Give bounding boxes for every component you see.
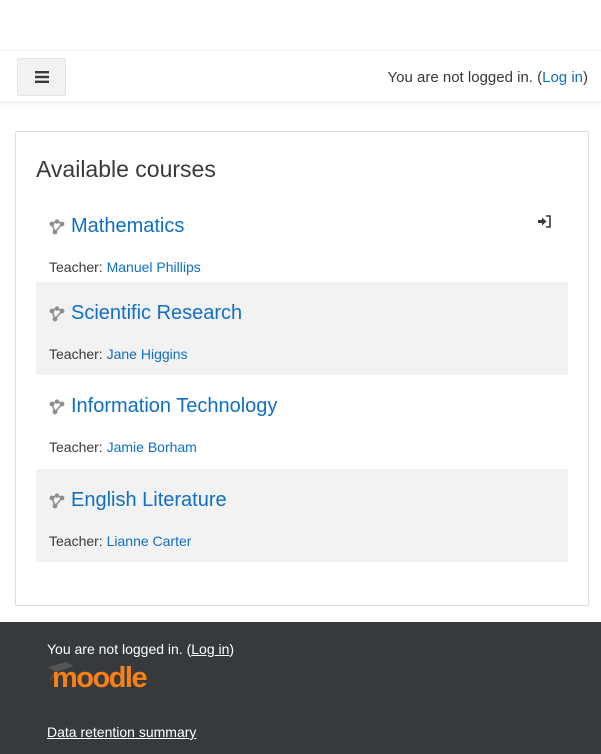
teacher-row: Teacher: Jamie Borham <box>49 439 197 455</box>
teacher-row: Teacher: Lianne Carter <box>49 533 191 549</box>
login-link[interactable]: Log in <box>542 69 583 86</box>
course-link-english-literature[interactable]: English Literature <box>71 489 227 512</box>
course-link-mathematics[interactable]: Mathematics <box>71 215 184 238</box>
login-info-prefix: You are not logged in. ( <box>387 69 543 86</box>
teacher-label: Teacher: <box>49 439 103 455</box>
course-item: Scientific Research Teacher: Jane Higgin… <box>36 282 568 375</box>
sign-in-icon[interactable] <box>537 215 552 233</box>
teacher-row: Teacher: Manuel Phillips <box>49 259 201 275</box>
teacher-link[interactable]: Lianne Carter <box>107 533 192 549</box>
login-info: You are not logged in. (Log in) <box>388 69 588 86</box>
moodle-logo[interactable]: moodle <box>46 658 162 695</box>
course-item: Mathematics Teacher: Manuel Phillips <box>36 195 568 288</box>
course-icon <box>49 398 65 414</box>
course-item: Information Technology Teacher: Jamie Bo… <box>36 375 568 468</box>
hamburger-icon <box>34 71 49 83</box>
data-retention-summary-link[interactable]: Data retention summary <box>47 724 196 740</box>
footer-login-prefix: You are not logged in. ( <box>47 641 192 657</box>
course-link-scientific-research[interactable]: Scientific Research <box>71 302 242 325</box>
teacher-label: Teacher: <box>49 259 103 275</box>
teacher-link[interactable]: Jane Higgins <box>107 346 188 362</box>
course-icon <box>49 492 65 508</box>
page-footer: You are not logged in. (Log in) moodle D… <box>0 622 601 754</box>
course-icon <box>49 305 65 321</box>
teacher-link[interactable]: Manuel Phillips <box>107 259 201 275</box>
course-link-information-technology[interactable]: Information Technology <box>71 395 277 418</box>
navbar: You are not logged in. (Log in) <box>0 50 601 101</box>
teacher-link[interactable]: Jamie Borham <box>107 439 197 455</box>
course-name-row: Mathematics <box>49 215 184 238</box>
course-item: English Literature Teacher: Lianne Carte… <box>36 469 568 562</box>
footer-login-suffix: ) <box>229 641 235 657</box>
footer-login-info: You are not logged in. (Log in) <box>47 641 234 657</box>
course-name-row: English Literature <box>49 489 227 512</box>
footer-login-link[interactable]: Log in <box>191 641 229 657</box>
course-name-row: Scientific Research <box>49 302 242 325</box>
teacher-label: Teacher: <box>49 346 103 362</box>
teacher-label: Teacher: <box>49 533 103 549</box>
course-icon <box>49 218 65 234</box>
page-title: Available courses <box>36 156 216 182</box>
teacher-row: Teacher: Jane Higgins <box>49 346 188 362</box>
available-courses-card: Available courses Mathematics Teacher: M… <box>15 131 589 606</box>
moodle-logo-text: moodle <box>52 662 147 690</box>
login-info-suffix: ) <box>583 69 588 86</box>
drawer-toggle-button[interactable] <box>17 58 66 96</box>
course-name-row: Information Technology <box>49 395 277 418</box>
